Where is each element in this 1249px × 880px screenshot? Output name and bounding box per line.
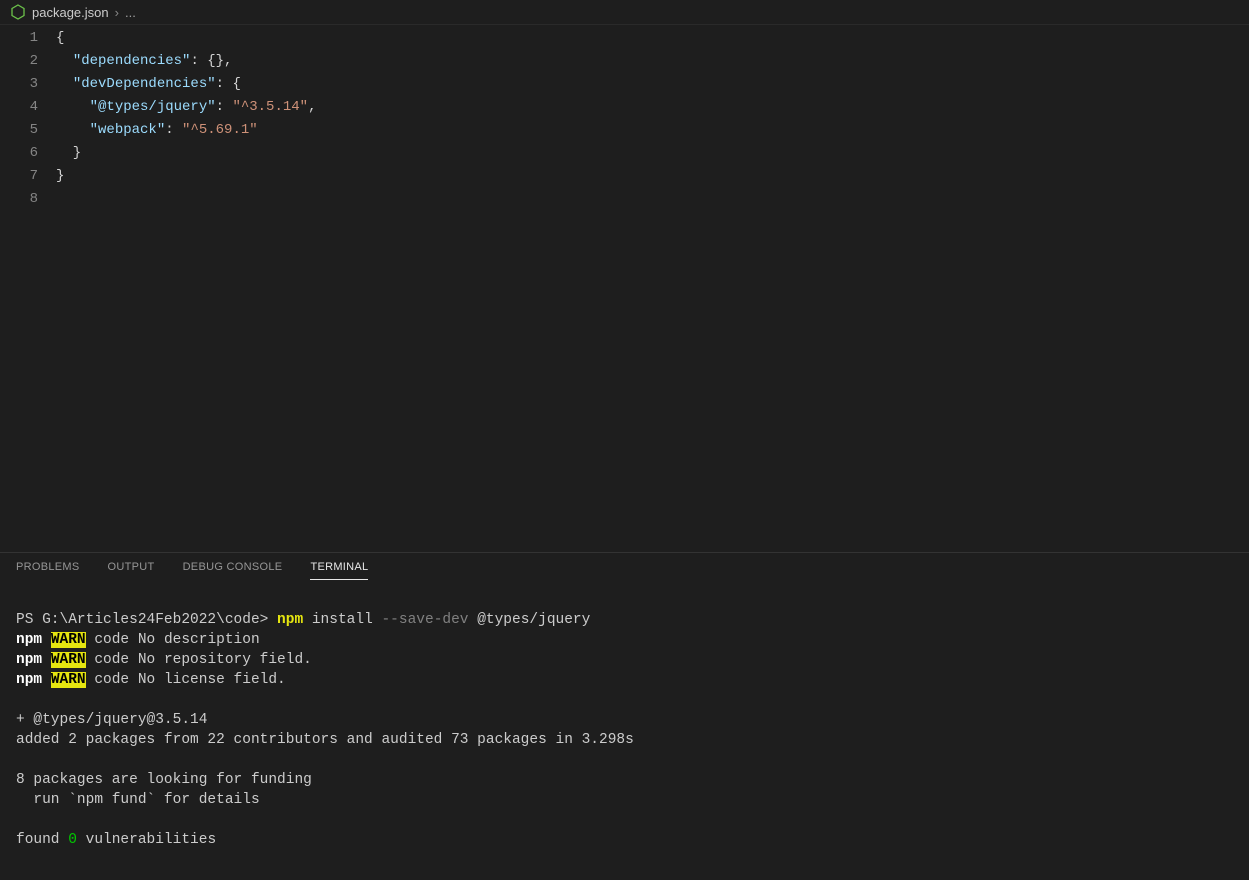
code-line[interactable]: "@types/jquery": "^3.5.14", — [56, 96, 1249, 119]
bottom-panel: PROBLEMS OUTPUT DEBUG CONSOLE TERMINAL P… — [0, 552, 1249, 880]
terminal-warn-msg: code No description — [86, 632, 260, 648]
terminal-prompt: PS G:\Articles24Feb2022\code> — [16, 612, 268, 628]
terminal-funding-hint: run `npm fund` for details — [16, 792, 260, 808]
tab-problems[interactable]: PROBLEMS — [16, 561, 80, 580]
line-number: 5 — [0, 119, 38, 142]
panel-tabs: PROBLEMS OUTPUT DEBUG CONSOLE TERMINAL — [0, 553, 1249, 580]
terminal-warn-badge: WARN — [51, 632, 86, 648]
line-number: 3 — [0, 73, 38, 96]
code-line[interactable]: "dependencies": {}, — [56, 50, 1249, 73]
terminal-warn-badge: WARN — [51, 652, 86, 668]
terminal-warn-msg: code No license field. — [86, 672, 286, 688]
breadcrumb-file[interactable]: package.json — [32, 5, 109, 20]
terminal-output[interactable]: PS G:\Articles24Feb2022\code> npm instal… — [0, 580, 1249, 880]
code-line[interactable]: "devDependencies": { — [56, 73, 1249, 96]
code-line[interactable] — [56, 188, 1249, 211]
terminal-cmd-npm: npm — [277, 612, 303, 628]
line-number: 6 — [0, 142, 38, 165]
terminal-cmd-flag: --save-dev — [381, 612, 468, 628]
terminal-warn-badge: WARN — [51, 672, 86, 688]
code-line[interactable]: } — [56, 142, 1249, 165]
line-number-gutter: 12345678 — [0, 27, 56, 552]
code-content[interactable]: { "dependencies": {}, "devDependencies":… — [56, 27, 1249, 552]
tab-debug-console[interactable]: DEBUG CONSOLE — [183, 561, 283, 580]
breadcrumb[interactable]: package.json › ... — [0, 0, 1249, 25]
line-number: 8 — [0, 188, 38, 211]
line-number: 2 — [0, 50, 38, 73]
code-line[interactable]: } — [56, 165, 1249, 188]
line-number: 1 — [0, 27, 38, 50]
nodejs-icon — [10, 4, 26, 20]
code-editor[interactable]: 12345678 { "dependencies": {}, "devDepen… — [0, 25, 1249, 552]
line-number: 4 — [0, 96, 38, 119]
terminal-npm-label: npm — [16, 672, 42, 688]
breadcrumb-ellipsis[interactable]: ... — [125, 5, 136, 20]
terminal-vuln-rest: vulnerabilities — [77, 832, 216, 848]
terminal-vuln-found: found — [16, 832, 68, 848]
terminal-vuln-count: 0 — [68, 832, 77, 848]
terminal-warn-msg: code No repository field. — [86, 652, 312, 668]
tab-terminal[interactable]: TERMINAL — [310, 561, 368, 580]
terminal-npm-label: npm — [16, 632, 42, 648]
tab-output[interactable]: OUTPUT — [108, 561, 155, 580]
terminal-cmd-install: install — [303, 612, 381, 628]
breadcrumb-separator: › — [115, 5, 119, 20]
terminal-cmd-pkg: @types/jquery — [469, 612, 591, 628]
terminal-added-pkg: + @types/jquery@3.5.14 — [16, 712, 207, 728]
terminal-npm-label: npm — [16, 652, 42, 668]
code-line[interactable]: { — [56, 27, 1249, 50]
terminal-funding-line: 8 packages are looking for funding — [16, 772, 312, 788]
terminal-added-summary: added 2 packages from 22 contributors an… — [16, 732, 634, 748]
line-number: 7 — [0, 165, 38, 188]
code-line[interactable]: "webpack": "^5.69.1" — [56, 119, 1249, 142]
